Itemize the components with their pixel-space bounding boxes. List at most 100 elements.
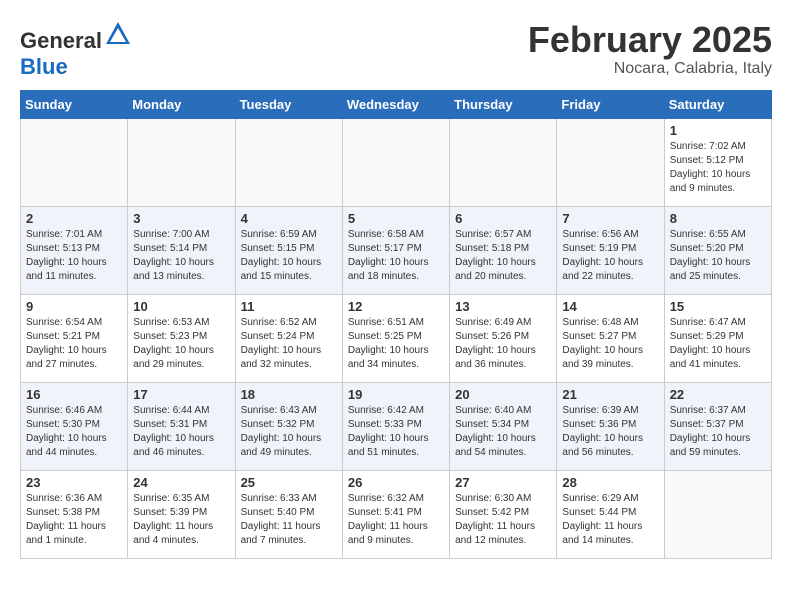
day-info: Sunrise: 6:55 AM Sunset: 5:20 PM Dayligh… — [670, 228, 766, 284]
calendar-cell: 4Sunrise: 6:59 AM Sunset: 5:15 PM Daylig… — [235, 207, 342, 295]
day-info: Sunrise: 6:36 AM Sunset: 5:38 PM Dayligh… — [26, 492, 122, 548]
day-number: 18 — [241, 387, 337, 402]
day-number: 6 — [455, 211, 551, 226]
day-info: Sunrise: 7:01 AM Sunset: 5:13 PM Dayligh… — [26, 228, 122, 284]
weekday-header-sunday: Sunday — [21, 91, 128, 119]
weekday-header-saturday: Saturday — [664, 91, 771, 119]
day-info: Sunrise: 6:49 AM Sunset: 5:26 PM Dayligh… — [455, 316, 551, 372]
calendar-week-row: 1 Sunrise: 7:02 AM Sunset: 5:12 PM Daylig… — [21, 119, 772, 207]
day-info: Sunrise: 6:53 AM Sunset: 5:23 PM Dayligh… — [133, 316, 229, 372]
day-number: 13 — [455, 299, 551, 314]
calendar-week-row: 9 Sunrise: 6:54 AM Sunset: 5:21 PM Daylig… — [21, 295, 772, 383]
day-number: 20 — [455, 387, 551, 402]
day-info: Sunrise: 6:52 AM Sunset: 5:24 PM Dayligh… — [241, 316, 337, 372]
page-header: General Blue February 2025 Nocara, Calab… — [20, 20, 772, 80]
day-info: Sunrise: 6:54 AM Sunset: 5:21 PM Dayligh… — [26, 316, 122, 372]
day-info: Sunrise: 6:46 AM Sunset: 5:30 PM Dayligh… — [26, 404, 122, 460]
day-info: Sunrise: 6:44 AM Sunset: 5:31 PM Dayligh… — [133, 404, 229, 460]
day-info: Sunrise: 6:56 AM Sunset: 5:19 PM Dayligh… — [562, 228, 658, 284]
weekday-header-thursday: Thursday — [450, 91, 557, 119]
day-number: 14 — [562, 299, 658, 314]
calendar-cell — [342, 119, 449, 207]
calendar-cell: 5Sunrise: 6:58 AM Sunset: 5:17 PM Daylig… — [342, 207, 449, 295]
calendar-cell — [128, 119, 235, 207]
day-info: Sunrise: 6:35 AM Sunset: 5:39 PM Dayligh… — [133, 492, 229, 548]
calendar-cell: 8 Sunrise: 6:55 AM Sunset: 5:20 PM Daylig… — [664, 207, 771, 295]
day-number: 1 — [670, 123, 766, 138]
calendar-cell: 16 Sunrise: 6:46 AM Sunset: 5:30 PM Dayli… — [21, 383, 128, 471]
day-number: 21 — [562, 387, 658, 402]
logo: General Blue — [20, 20, 132, 80]
day-number: 2 — [26, 211, 122, 226]
calendar-cell: 6 Sunrise: 6:57 AM Sunset: 5:18 PM Daylig… — [450, 207, 557, 295]
calendar-cell: 20 Sunrise: 6:40 AM Sunset: 5:34 PM Dayli… — [450, 383, 557, 471]
calendar-cell — [235, 119, 342, 207]
day-info: Sunrise: 6:30 AM Sunset: 5:42 PM Dayligh… — [455, 492, 551, 548]
logo-blue: Blue — [20, 54, 68, 79]
day-number: 12 — [348, 299, 444, 314]
calendar-cell: 7 Sunrise: 6:56 AM Sunset: 5:19 PM Daylig… — [557, 207, 664, 295]
weekday-header-tuesday: Tuesday — [235, 91, 342, 119]
weekday-header-wednesday: Wednesday — [342, 91, 449, 119]
calendar-cell: 14 Sunrise: 6:48 AM Sunset: 5:27 PM Dayli… — [557, 295, 664, 383]
day-info: Sunrise: 6:47 AM Sunset: 5:29 PM Dayligh… — [670, 316, 766, 372]
calendar-cell: 25 Sunrise: 6:33 AM Sunset: 5:40 PM Dayli… — [235, 471, 342, 559]
calendar-week-row: 16 Sunrise: 6:46 AM Sunset: 5:30 PM Dayli… — [21, 383, 772, 471]
calendar-week-row: 2 Sunrise: 7:01 AM Sunset: 5:13 PM Daylig… — [21, 207, 772, 295]
day-number: 19 — [348, 387, 444, 402]
day-info: Sunrise: 6:48 AM Sunset: 5:27 PM Dayligh… — [562, 316, 658, 372]
day-number: 7 — [562, 211, 658, 226]
calendar-cell: 1 Sunrise: 7:02 AM Sunset: 5:12 PM Daylig… — [664, 119, 771, 207]
calendar-cell: 9 Sunrise: 6:54 AM Sunset: 5:21 PM Daylig… — [21, 295, 128, 383]
day-number: 24 — [133, 475, 229, 490]
day-number: 11 — [241, 299, 337, 314]
calendar-cell: 18 Sunrise: 6:43 AM Sunset: 5:32 PM Dayli… — [235, 383, 342, 471]
calendar-week-row: 23 Sunrise: 6:36 AM Sunset: 5:38 PM Dayli… — [21, 471, 772, 559]
day-info: Sunrise: 7:00 AM Sunset: 5:14 PM Dayligh… — [133, 228, 229, 284]
day-number: 8 — [670, 211, 766, 226]
calendar-cell: 22Sunrise: 6:37 AM Sunset: 5:37 PM Dayli… — [664, 383, 771, 471]
calendar-cell: 17Sunrise: 6:44 AM Sunset: 5:31 PM Dayli… — [128, 383, 235, 471]
day-number: 25 — [241, 475, 337, 490]
calendar-cell: 23 Sunrise: 6:36 AM Sunset: 5:38 PM Dayli… — [21, 471, 128, 559]
day-number: 3 — [133, 211, 229, 226]
calendar-cell: 19 Sunrise: 6:42 AM Sunset: 5:33 PM Dayli… — [342, 383, 449, 471]
calendar-cell: 26Sunrise: 6:32 AM Sunset: 5:41 PM Dayli… — [342, 471, 449, 559]
day-info: Sunrise: 6:37 AM Sunset: 5:37 PM Dayligh… — [670, 404, 766, 460]
calendar-cell: 21 Sunrise: 6:39 AM Sunset: 5:36 PM Dayli… — [557, 383, 664, 471]
day-info: Sunrise: 6:42 AM Sunset: 5:33 PM Dayligh… — [348, 404, 444, 460]
calendar-cell: 11 Sunrise: 6:52 AM Sunset: 5:24 PM Dayli… — [235, 295, 342, 383]
title-block: February 2025 Nocara, Calabria, Italy — [528, 20, 772, 78]
day-number: 23 — [26, 475, 122, 490]
day-info: Sunrise: 6:51 AM Sunset: 5:25 PM Dayligh… — [348, 316, 444, 372]
day-info: Sunrise: 6:33 AM Sunset: 5:40 PM Dayligh… — [241, 492, 337, 548]
day-number: 15 — [670, 299, 766, 314]
day-number: 27 — [455, 475, 551, 490]
day-info: Sunrise: 6:57 AM Sunset: 5:18 PM Dayligh… — [455, 228, 551, 284]
calendar-cell: 2 Sunrise: 7:01 AM Sunset: 5:13 PM Daylig… — [21, 207, 128, 295]
day-info: Sunrise: 6:29 AM Sunset: 5:44 PM Dayligh… — [562, 492, 658, 548]
calendar-cell: 28 Sunrise: 6:29 AM Sunset: 5:44 PM Dayli… — [557, 471, 664, 559]
calendar-cell: 13 Sunrise: 6:49 AM Sunset: 5:26 PM Dayli… — [450, 295, 557, 383]
day-info: Sunrise: 6:40 AM Sunset: 5:34 PM Dayligh… — [455, 404, 551, 460]
day-number: 28 — [562, 475, 658, 490]
calendar-cell: 10 Sunrise: 6:53 AM Sunset: 5:23 PM Dayli… — [128, 295, 235, 383]
day-number: 4 — [241, 211, 337, 226]
calendar-cell: 12 Sunrise: 6:51 AM Sunset: 5:25 PM Dayli… — [342, 295, 449, 383]
month-title: February 2025 — [528, 20, 772, 60]
day-info: Sunrise: 7:02 AM Sunset: 5:12 PM Dayligh… — [670, 140, 766, 196]
day-info: Sunrise: 6:43 AM Sunset: 5:32 PM Dayligh… — [241, 404, 337, 460]
location-title: Nocara, Calabria, Italy — [528, 60, 772, 78]
day-number: 9 — [26, 299, 122, 314]
calendar-table: SundayMondayTuesdayWednesdayThursdayFrid… — [20, 90, 772, 559]
calendar-cell — [450, 119, 557, 207]
day-info: Sunrise: 6:39 AM Sunset: 5:36 PM Dayligh… — [562, 404, 658, 460]
day-number: 26 — [348, 475, 444, 490]
logo-general: General — [20, 28, 102, 53]
calendar-cell — [557, 119, 664, 207]
day-info: Sunrise: 6:58 AM Sunset: 5:17 PM Dayligh… — [348, 228, 444, 284]
logo-text: General Blue — [20, 20, 132, 80]
calendar-cell: 3 Sunrise: 7:00 AM Sunset: 5:14 PM Daylig… — [128, 207, 235, 295]
day-number: 10 — [133, 299, 229, 314]
day-number: 16 — [26, 387, 122, 402]
